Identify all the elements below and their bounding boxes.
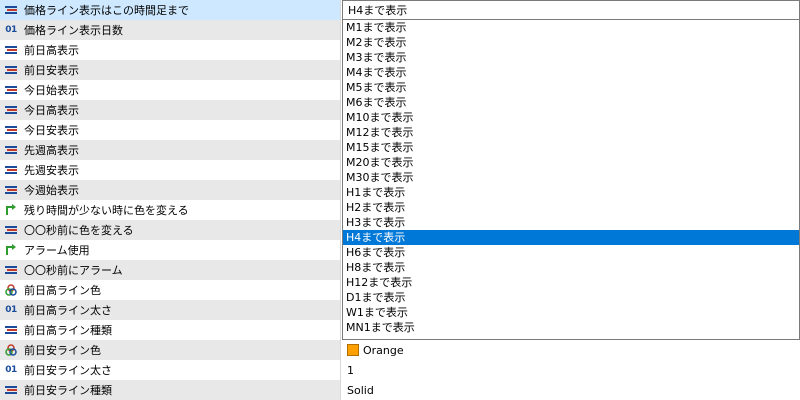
property-label: 先週安表示 [24,164,79,177]
property-label: 今日高表示 [24,104,79,117]
dropdown-option[interactable]: H2まで表示 [343,200,799,215]
property-label: 今週始表示 [24,184,79,197]
dropdown-option[interactable]: M20まで表示 [343,155,799,170]
property-row[interactable]: 前日安ライン種類 Solid [0,380,800,400]
property-name-cell[interactable]: 01 前日高ライン太さ [0,300,341,320]
property-name-cell[interactable]: 〇〇秒前に色を変える [0,220,341,240]
property-value-dropdown[interactable]: H4まで表示 [342,0,800,20]
enum-list-icon [4,83,18,97]
dropdown-option[interactable]: H1まで表示 [343,185,799,200]
property-label: 前日高ライン色 [24,284,101,297]
bool-arrow-icon [4,243,18,257]
property-row[interactable]: 前日安ライン色 Orange [0,340,800,360]
property-name-cell[interactable]: 前日高ライン色 [0,280,341,300]
property-value-cell[interactable]: Orange [342,340,800,360]
property-name-cell[interactable]: 01 前日安ライン太さ [0,360,341,380]
enum-list-icon [4,383,18,397]
property-row[interactable]: 価格ライン表示はこの時間足まで H4まで表示 [0,0,800,20]
dropdown-option[interactable]: M1まで表示 [343,20,799,35]
property-label: 前日安表示 [24,64,79,77]
property-label: 前日安ライン色 [24,344,101,357]
dropdown-option[interactable]: M10まで表示 [343,110,799,125]
dropdown-option[interactable]: H3まで表示 [343,215,799,230]
bool-arrow-icon [4,203,18,217]
property-label: 前日高表示 [24,44,79,57]
color-swatch [347,344,359,356]
property-label: アラーム使用 [24,244,90,257]
property-label: 残り時間が少ない時に色を変える [24,204,189,217]
property-label: 前日高ライン種類 [24,324,112,337]
property-value: Orange [363,343,404,357]
dropdown-option-highlighted[interactable]: H4まで表示 [343,230,799,245]
property-value: H4まで表示 [348,4,408,17]
enum-list-icon [4,103,18,117]
timeframe-dropdown-list[interactable]: M1まで表示 M2まで表示 M3まで表示 M4まで表示 M5まで表示 M6まで表… [342,20,800,340]
property-name-cell[interactable]: 価格ライン表示はこの時間足まで [0,0,341,20]
enum-list-icon [4,123,18,137]
property-value-cell[interactable]: Solid [342,380,800,400]
integer-01-icon: 01 [5,305,17,315]
dropdown-option[interactable]: M30まで表示 [343,170,799,185]
enum-list-icon [4,163,18,177]
dropdown-option[interactable]: H12まで表示 [343,275,799,290]
property-label: 〇〇秒前に色を変える [24,224,134,237]
enum-list-icon [4,263,18,277]
property-label: 今日安表示 [24,124,79,137]
property-name-cell[interactable]: 先週安表示 [0,160,341,180]
dropdown-option[interactable]: H8まで表示 [343,260,799,275]
dropdown-option[interactable]: W1まで表示 [343,305,799,320]
dropdown-option[interactable]: M2まで表示 [343,35,799,50]
property-row[interactable]: 01 前日安ライン太さ 1 [0,360,800,380]
property-label: 価格ライン表示日数 [24,24,123,37]
property-label: 前日安ライン種類 [24,384,112,397]
dropdown-option[interactable]: M5まで表示 [343,80,799,95]
integer-01-icon: 01 [5,365,17,375]
property-name-cell[interactable]: 前日安ライン種類 [0,380,341,400]
dropdown-option[interactable]: M15まで表示 [343,140,799,155]
dropdown-option[interactable]: M4まで表示 [343,65,799,80]
enum-list-icon [4,43,18,57]
enum-list-icon [4,223,18,237]
property-name-cell[interactable]: アラーム使用 [0,240,341,260]
integer-01-icon: 01 [5,25,17,35]
property-value: Solid [347,383,374,397]
property-label: 先週高表示 [24,144,79,157]
color-circles-icon [4,343,18,357]
property-name-cell[interactable]: 今日始表示 [0,80,341,100]
property-name-cell[interactable]: 前日高表示 [0,40,341,60]
property-name-cell[interactable]: 前日安ライン色 [0,340,341,360]
color-circles-icon [4,283,18,297]
property-name-cell[interactable]: 今週始表示 [0,180,341,200]
property-value-cell[interactable]: 1 [342,360,800,380]
property-name-cell[interactable]: 残り時間が少ない時に色を変える [0,200,341,220]
property-label: 価格ライン表示はこの時間足まで [24,4,189,17]
property-value: 1 [347,363,354,377]
property-name-cell[interactable]: 今日高表示 [0,100,341,120]
enum-list-icon [4,143,18,157]
property-name-cell[interactable]: 前日高ライン種類 [0,320,341,340]
property-name-cell[interactable]: 〇〇秒前にアラーム [0,260,341,280]
dropdown-option[interactable]: H6まで表示 [343,245,799,260]
property-label: 前日安ライン太さ [24,364,112,377]
dropdown-option[interactable]: M6まで表示 [343,95,799,110]
enum-list-icon [4,63,18,77]
enum-list-icon [4,3,18,17]
enum-list-icon [4,323,18,337]
dropdown-option[interactable]: MN1まで表示 [343,320,799,335]
property-name-cell[interactable]: 先週高表示 [0,140,341,160]
property-name-cell[interactable]: 今日安表示 [0,120,341,140]
dropdown-option[interactable]: D1まで表示 [343,290,799,305]
property-label: 前日高ライン太さ [24,304,112,317]
property-name-cell[interactable]: 01 価格ライン表示日数 [0,20,341,40]
property-name-cell[interactable]: 前日安表示 [0,60,341,80]
property-label: 今日始表示 [24,84,79,97]
dropdown-option[interactable]: M3まで表示 [343,50,799,65]
dropdown-option[interactable]: M12まで表示 [343,125,799,140]
enum-list-icon [4,183,18,197]
property-label: 〇〇秒前にアラーム [24,264,123,277]
